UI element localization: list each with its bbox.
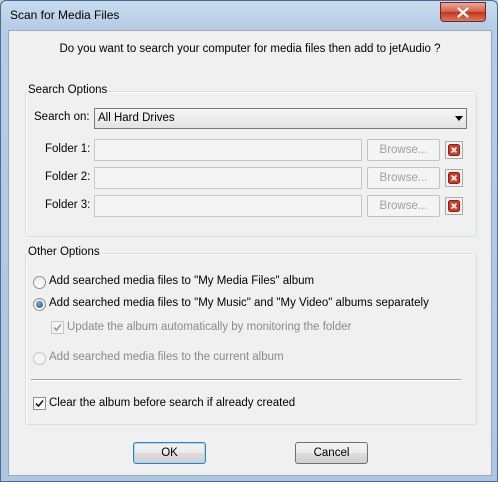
clear-album-label[interactable]: Clear the album before search if already… [49, 397, 295, 409]
checkmark-icon [35, 399, 44, 408]
folder-3-input[interactable] [94, 195, 362, 217]
delete-icon [448, 200, 460, 212]
folder-2-label: Folder 2: [45, 171, 91, 183]
checkmark-icon [53, 323, 62, 332]
cancel-button[interactable]: Cancel [295, 442, 368, 464]
folder-2-input[interactable] [94, 167, 362, 189]
radio-selected-dot [36, 301, 43, 308]
chevron-down-icon [455, 116, 463, 121]
search-on-value: All Hard Drives [98, 112, 175, 124]
folder-3-label: Folder 3: [45, 199, 91, 211]
folder-1-browse-button[interactable]: Browse... [367, 139, 440, 161]
radio-my-media-files[interactable] [33, 276, 46, 289]
folder-2-clear-button[interactable] [445, 169, 463, 187]
close-icon [457, 6, 469, 18]
radio-current-album[interactable] [33, 352, 46, 365]
delete-icon [448, 172, 460, 184]
title-bar[interactable]: Scan for Media Files [1, 1, 497, 29]
update-album-checkbox[interactable] [51, 321, 64, 334]
options-divider [31, 379, 461, 381]
update-album-label: Update the album automatically by monito… [67, 321, 352, 333]
window-title: Scan for Media Files [10, 8, 120, 22]
radio-separately[interactable] [33, 298, 46, 311]
dialog-body: Do you want to search your computer for … [8, 30, 492, 476]
radio-current-album-label: Add searched media files to the current … [49, 351, 284, 363]
question-text: Do you want to search your computer for … [59, 43, 441, 55]
folder-3-clear-button[interactable] [445, 197, 463, 215]
other-options-legend: Other Options [26, 246, 102, 258]
folder-1-label: Folder 1: [45, 143, 91, 155]
ok-button[interactable]: OK [133, 442, 206, 464]
close-button[interactable] [440, 2, 486, 22]
folder-3-browse-button[interactable]: Browse... [367, 195, 440, 217]
search-on-dropdown[interactable]: All Hard Drives [94, 108, 467, 129]
delete-icon [448, 144, 460, 156]
folder-1-input[interactable] [94, 139, 362, 161]
search-options-legend: Search Options [26, 84, 110, 96]
radio-my-media-files-label[interactable]: Add searched media files to "My Media Fi… [49, 275, 314, 287]
folder-2-browse-button[interactable]: Browse... [367, 167, 440, 189]
dialog-window: Scan for Media Files Do you want to sear… [0, 0, 498, 482]
clear-album-checkbox[interactable] [33, 397, 46, 410]
search-on-label: Search on: [34, 111, 90, 123]
radio-separately-label[interactable]: Add searched media files to "My Music" a… [49, 297, 429, 309]
folder-1-clear-button[interactable] [445, 141, 463, 159]
